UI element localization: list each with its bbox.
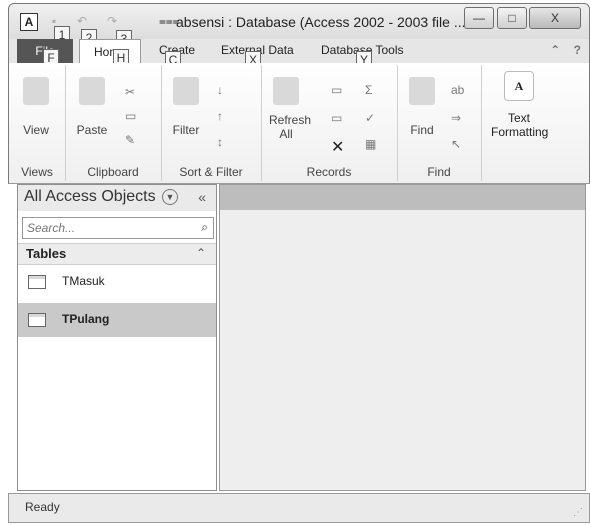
ribbon-controls: ⌃ ?	[550, 43, 581, 57]
maximize-button[interactable]: □	[497, 7, 527, 29]
paste-button-label: Paste	[76, 123, 108, 137]
text-formatting-label: Text Formatting	[491, 111, 549, 139]
collapse-pane-icon[interactable]: «	[198, 189, 206, 205]
document-area	[219, 184, 586, 491]
table-icon	[28, 275, 46, 289]
format-painter-icon[interactable]: ✎	[125, 133, 135, 147]
tables-section-header[interactable]: Tables ⌃	[18, 243, 216, 265]
replace-icon[interactable]: ab	[451, 83, 464, 97]
minimize-button[interactable]: —	[464, 7, 494, 29]
redo-icon[interactable]: ↷	[105, 14, 119, 28]
status-text: Ready	[25, 500, 60, 514]
chevron-down-icon[interactable]: ▼	[162, 189, 178, 205]
resize-grip-icon[interactable]: ⋰	[573, 507, 583, 518]
refresh-icon	[273, 77, 299, 105]
view-button-label: View	[23, 123, 49, 137]
minimize-ribbon-icon[interactable]: ⌃	[550, 43, 560, 57]
filter-button[interactable]: Filter	[169, 77, 203, 137]
clipboard-group-label: Clipboard	[87, 165, 139, 179]
search-box: ⌕	[22, 217, 214, 239]
nav-pane-header[interactable]: All Access Objects ▼ «	[18, 185, 216, 211]
search-input[interactable]	[25, 220, 189, 236]
status-bar: Ready ⋰	[8, 493, 590, 523]
go-to-icon[interactable]: ⇒	[451, 111, 461, 125]
views-group: View Views	[9, 65, 66, 181]
copy-icon[interactable]: ▭	[125, 109, 136, 123]
all-button-label: All	[279, 127, 293, 141]
delete-record-icon[interactable]: ✕	[331, 137, 344, 157]
view-button[interactable]: View	[19, 77, 53, 137]
sort-filter-group-label: Sort & Filter	[179, 165, 243, 179]
filter-button-label: Filter	[172, 123, 200, 137]
sort-ascending-icon[interactable]: ↓	[217, 83, 223, 97]
totals-icon[interactable]: Σ	[365, 83, 372, 97]
cut-icon[interactable]: ✂	[125, 85, 135, 99]
collapse-section-icon: ⌃	[195, 246, 206, 260]
table-item-tmasuk[interactable]: TMasuk	[18, 265, 216, 299]
text-formatting-icon: A	[504, 71, 534, 101]
records-group: Refresh All ▭ ▭ ✕ Σ ✓ ▦ Records	[261, 65, 398, 181]
navigation-pane: All Access Objects ▼ « ⌕ Tables ⌃ TMasuk…	[17, 184, 217, 491]
tables-section-label: Tables	[26, 246, 67, 261]
new-record-icon[interactable]: ▭	[331, 83, 342, 97]
more-icon[interactable]: ▦	[365, 137, 376, 151]
spelling-icon[interactable]: ✓	[365, 111, 375, 125]
help-icon[interactable]: ?	[574, 43, 581, 57]
nav-pane-title: All Access Objects	[24, 188, 156, 205]
views-group-label: Views	[21, 165, 53, 179]
ribbon-tabs: File F Home H Create C External Data X D…	[8, 39, 590, 69]
document-tab-strip	[220, 185, 585, 210]
sort-filter-group: Filter ↓ ↑ ↕ Sort & Filter	[161, 65, 262, 181]
remove-sort-icon[interactable]: ↕	[217, 135, 223, 149]
table-item-tpulang[interactable]: TPulang	[18, 303, 216, 337]
select-icon[interactable]: ↖	[451, 137, 461, 151]
search-icon[interactable]: ⌕	[201, 220, 208, 235]
access-window: A ▪ 1 ↶ 2 ↷ 3 ⩶ absensi : Database (Acce…	[0, 0, 591, 525]
table-item-name: TMasuk	[62, 274, 105, 288]
clipboard-group: Paste ✂ ▭ ✎ Clipboard	[65, 65, 162, 181]
records-group-label: Records	[306, 165, 352, 179]
table-icon	[28, 313, 46, 327]
paste-button[interactable]: Paste	[75, 77, 109, 137]
ribbon: View Views Paste ✂ ▭ ✎ Clipboard Filter …	[8, 63, 590, 184]
find-group: Find ab ⇒ ↖ Find	[397, 65, 482, 181]
table-item-name: TPulang	[62, 312, 110, 326]
text-formatting-group: A Text Formatting	[481, 65, 587, 181]
refresh-all-button[interactable]: Refresh All	[269, 77, 312, 141]
find-button-label: Find	[410, 123, 434, 137]
find-button[interactable]: Find	[405, 77, 439, 137]
refresh-button-label: Refresh	[269, 113, 312, 127]
undo-icon[interactable]: ↶	[75, 14, 89, 28]
text-formatting-button[interactable]: A Text Formatting	[491, 71, 549, 139]
window-title: absensi : Database (Access 2002 - 2003 f…	[176, 14, 466, 30]
customize-quick-access-icon[interactable]: ⩶	[159, 14, 180, 28]
sort-descending-icon[interactable]: ↑	[217, 109, 223, 123]
find-group-label: Find	[427, 165, 451, 179]
paste-icon	[79, 77, 105, 105]
tab-home[interactable]: Home	[79, 39, 141, 64]
binoculars-icon	[409, 77, 435, 105]
title-bar: A ▪ 1 ↶ 2 ↷ 3 ⩶ absensi : Database (Acce…	[8, 3, 590, 48]
save-record-icon[interactable]: ▭	[331, 111, 342, 125]
close-button[interactable]: X	[529, 7, 581, 29]
view-icon	[23, 77, 49, 105]
access-app-icon[interactable]: A	[20, 13, 38, 31]
filter-icon	[173, 77, 199, 105]
